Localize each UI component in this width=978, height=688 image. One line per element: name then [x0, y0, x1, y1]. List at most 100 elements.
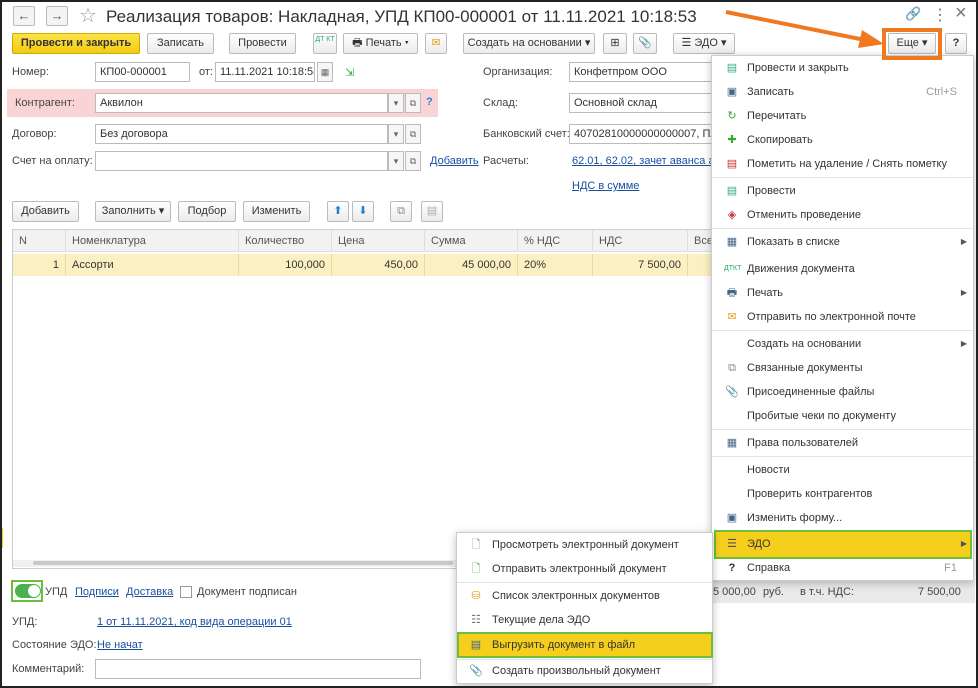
select-button[interactable]: Подбор: [178, 201, 236, 222]
copy-row-button[interactable]: ⧉: [390, 201, 412, 222]
signatures-link[interactable]: Подписи: [75, 586, 119, 598]
submenu-item-export-file[interactable]: ▤ Выгрузить документ в файл: [457, 633, 712, 657]
horizontal-scrollbar[interactable]: [13, 560, 456, 567]
row-qty[interactable]: 100,000: [239, 254, 332, 276]
row-item[interactable]: Ассорти: [66, 254, 239, 276]
forward-button[interactable]: →: [46, 6, 68, 26]
menu-item-show-in-list[interactable]: ▦ Показать в списке ▶: [712, 230, 973, 254]
col-header-total[interactable]: Все: [688, 230, 712, 252]
contractor-open-icon[interactable]: ⧉: [405, 93, 421, 113]
menu-item-receipts[interactable]: Пробитые чеки по документу: [712, 404, 973, 428]
menu-item-change-form[interactable]: ▣ Изменить форму...: [712, 506, 973, 530]
row-sum[interactable]: 45 000,00: [425, 254, 518, 276]
menu-item-print[interactable]: 🖶 Печать ▶: [712, 281, 973, 305]
vat-total: 7 500,00: [918, 586, 961, 598]
vat-link[interactable]: НДС в сумме: [572, 180, 639, 192]
contract-field[interactable]: Без договора: [95, 124, 388, 144]
move-up-button[interactable]: ⬆: [327, 201, 349, 222]
col-header-sum[interactable]: Сумма: [425, 230, 518, 252]
menu-item-help[interactable]: ? Справка F1: [712, 556, 973, 580]
col-header-vat[interactable]: НДС: [593, 230, 688, 252]
paste-row-button[interactable]: ▤: [421, 201, 443, 222]
post-icon: ▤: [726, 185, 738, 197]
menu-item-check-contractors[interactable]: Проверить контрагентов: [712, 482, 973, 506]
chevron-right-icon: ▶: [960, 339, 967, 348]
edo-state-link[interactable]: Не начат: [97, 639, 143, 651]
save-button[interactable]: Записать: [147, 33, 214, 54]
signed-label: Документ подписан: [197, 586, 297, 598]
menu-item-news[interactable]: Новости: [712, 458, 973, 482]
submenu-item-view-edoc[interactable]: 🗋 Просмотреть электронный документ: [457, 533, 712, 557]
fill-button[interactable]: Заполнить ▾: [95, 201, 171, 222]
link-icon[interactable]: 🔗: [905, 6, 921, 22]
signed-checkbox[interactable]: [180, 586, 192, 598]
col-header-item[interactable]: Номенклатура: [66, 230, 239, 252]
col-header-vat-rate[interactable]: % НДС: [518, 230, 593, 252]
row-price[interactable]: 450,00: [332, 254, 425, 276]
favorite-star-icon[interactable]: ☆: [79, 3, 97, 28]
menu-item-save[interactable]: ▣ Записать Ctrl+S: [712, 80, 973, 104]
calendar-icon[interactable]: ▦: [317, 62, 333, 82]
contractor-dropdown-icon[interactable]: ▾: [388, 93, 404, 113]
menu-item-edo[interactable]: ☰ ЭДО ▶: [712, 532, 973, 556]
add-invoice-link[interactable]: Добавить: [430, 155, 479, 167]
menu-item-unpost[interactable]: ◈ Отменить проведение: [712, 203, 973, 227]
settlements-link[interactable]: 62.01, 62.02, зачет аванса ав: [572, 155, 712, 167]
menu-item-email[interactable]: ✉ Отправить по электронной почте: [712, 305, 973, 329]
scrollbar-thumb[interactable]: [33, 561, 453, 565]
question-icon[interactable]: ?: [426, 96, 433, 108]
add-row-button[interactable]: Добавить: [12, 201, 79, 222]
help-button[interactable]: ?: [945, 33, 967, 54]
create-based-button[interactable]: Создать на основании ▾: [463, 33, 595, 54]
dtkt-button[interactable]: ДТ КТ: [313, 33, 337, 54]
change-button[interactable]: Изменить: [243, 201, 310, 222]
number-settings-icon[interactable]: ⇲: [345, 66, 354, 79]
back-button[interactable]: ←: [13, 6, 35, 26]
date-field[interactable]: 11.11.2021 10:18:53: [215, 62, 315, 82]
contract-open-icon[interactable]: ⧉: [405, 124, 421, 144]
more-icon[interactable]: ⋮: [932, 5, 948, 25]
menu-item-user-rights[interactable]: ▦ Права пользователей: [712, 431, 973, 455]
number-field[interactable]: КП00-000001: [95, 62, 190, 82]
structure-button[interactable]: ⊞: [603, 33, 627, 54]
row-vat-rate[interactable]: 20%: [518, 254, 593, 276]
post-and-close-button[interactable]: Провести и закрыть: [12, 33, 140, 54]
bank-field[interactable]: 40702810000000000007, ПАО: [569, 124, 714, 144]
date-label: от:: [199, 66, 213, 78]
submenu-item-edoc-list[interactable]: ⛁ Список электронных документов: [457, 584, 712, 608]
upd-link[interactable]: 1 от 11.11.2021, код вида операции 01: [97, 616, 292, 628]
menu-item-mark-delete[interactable]: ▤ Пометить на удаление / Снять пометку: [712, 152, 973, 176]
invoice-open-icon[interactable]: ⧉: [405, 151, 421, 171]
invoice-dropdown-icon[interactable]: ▾: [388, 151, 404, 171]
menu-item-related-docs[interactable]: ⧉ Связанные документы: [712, 356, 973, 380]
menu-item-post[interactable]: ▤ Провести: [712, 179, 973, 203]
move-down-button[interactable]: ⬇: [352, 201, 374, 222]
col-header-qty[interactable]: Количество: [239, 230, 332, 252]
contract-dropdown-icon[interactable]: ▾: [388, 124, 404, 144]
contractor-field[interactable]: Аквилон: [95, 93, 388, 113]
related-icon: ⧉: [728, 362, 736, 374]
delivery-link[interactable]: Доставка: [126, 586, 173, 598]
submenu-item-send-edoc[interactable]: 🗋 Отправить электронный документ: [457, 557, 712, 581]
menu-item-create-based[interactable]: Создать на основании ▶: [712, 332, 973, 356]
print-button[interactable]: 🖶 Печать ▾: [343, 33, 418, 54]
upd-toggle[interactable]: [15, 584, 41, 598]
email-button[interactable]: ✉: [425, 33, 447, 54]
menu-item-reread[interactable]: ↻ Перечитать: [712, 104, 973, 128]
menu-item-copy[interactable]: ✚ Скопировать: [712, 128, 973, 152]
invoice-label: Счет на оплату:: [12, 155, 93, 167]
warehouse-field[interactable]: Основной склад: [569, 93, 714, 113]
comment-field[interactable]: [95, 659, 421, 679]
col-header-price[interactable]: Цена: [332, 230, 425, 252]
attach-button[interactable]: 📎: [633, 33, 657, 54]
org-field[interactable]: Конфетпром ООО: [569, 62, 714, 82]
close-icon[interactable]: ×: [955, 2, 967, 25]
menu-item-attached-files[interactable]: 📎 Присоединенные файлы: [712, 380, 973, 404]
row-vat[interactable]: 7 500,00: [593, 254, 688, 276]
invoice-field[interactable]: [95, 151, 388, 171]
submenu-item-custom-doc[interactable]: 📎 Создать произвольный документ: [457, 659, 712, 683]
submenu-item-edo-tasks[interactable]: ☷ Текущие дела ЭДО: [457, 608, 712, 632]
col-header-n[interactable]: N: [13, 230, 66, 252]
post-button[interactable]: Провести: [229, 33, 296, 54]
menu-item-movements[interactable]: ДТКТ Движения документа: [712, 257, 973, 281]
